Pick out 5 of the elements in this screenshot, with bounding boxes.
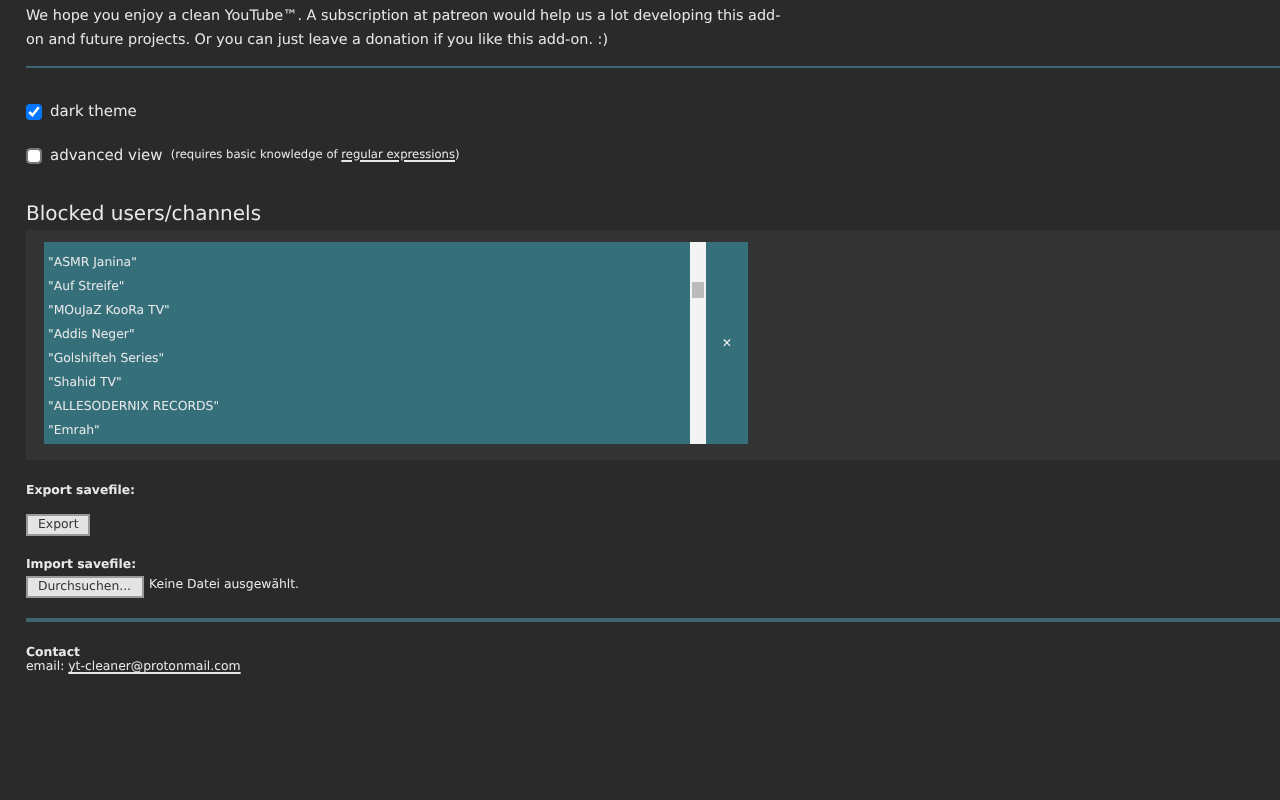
section-title: Blocked users/channels (26, 204, 264, 226)
scrollbar[interactable] (690, 242, 706, 444)
option-checkbox[interactable] (26, 147, 42, 163)
option-checkbox[interactable] (26, 103, 42, 119)
clear-button[interactable]: × (706, 242, 748, 444)
